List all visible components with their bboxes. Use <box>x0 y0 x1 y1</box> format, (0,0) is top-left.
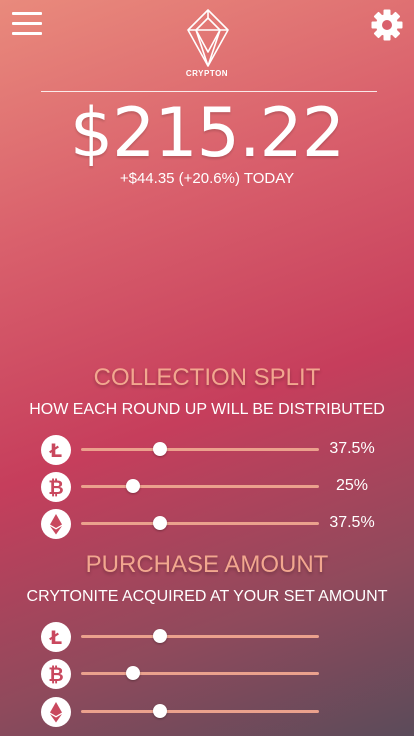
purchase-slider-litecoin[interactable] <box>81 629 319 643</box>
split-slider-litecoin[interactable] <box>81 442 319 456</box>
ethereum-icon <box>41 697 71 727</box>
purchase-slider-ethereum[interactable] <box>81 704 319 718</box>
split-row-bitcoin: ₿ 25% <box>0 469 414 503</box>
menu-button[interactable] <box>12 12 42 36</box>
ethereum-icon <box>41 509 71 539</box>
balance-amount: $215.22 <box>69 94 345 173</box>
slider-thumb[interactable] <box>152 704 167 718</box>
gear-icon[interactable] <box>370 8 404 42</box>
slider-thumb[interactable] <box>152 442 167 456</box>
split-percent: 25% <box>335 477 369 494</box>
purchase-row-ethereum <box>0 694 414 728</box>
svg-text:Ł: Ł <box>49 627 62 649</box>
slider-thumb[interactable] <box>126 479 141 493</box>
balance-change: +$44.35 (+20.6%) TODAY <box>119 170 295 187</box>
logo-text: CRYPTON <box>185 69 229 78</box>
litecoin-icon: Ł <box>41 622 71 652</box>
purchase-slider-bitcoin[interactable] <box>81 666 319 680</box>
split-percent: 37.5% <box>329 514 375 531</box>
bitcoin-icon: ₿ <box>41 472 71 502</box>
slider-thumb[interactable] <box>152 629 167 643</box>
purchase-amount-subtitle: CRYTONITE ACQUIRED AT YOUR SET AMOUNT <box>26 588 388 605</box>
menu-bar <box>12 32 42 35</box>
split-slider-ethereum[interactable] <box>81 516 319 530</box>
collection-split-subtitle: HOW EACH ROUND UP WILL BE DISTRIBUTED <box>29 401 385 418</box>
split-percent: 37.5% <box>329 440 375 457</box>
svg-text:₿: ₿ <box>48 477 63 499</box>
slider-thumb[interactable] <box>152 516 167 530</box>
bitcoin-icon: ₿ <box>41 659 71 689</box>
diamond-logo-icon <box>186 8 230 68</box>
split-row-ethereum: 37.5% <box>0 506 414 540</box>
split-row-litecoin: Ł 37.5% <box>0 432 414 466</box>
split-slider-bitcoin[interactable] <box>81 479 319 493</box>
purchase-row-litecoin: Ł <box>0 619 414 653</box>
svg-text:₿: ₿ <box>48 664 63 686</box>
purchase-amount-title: PURCHASE AMOUNT <box>85 551 329 578</box>
purchase-row-bitcoin: ₿ <box>0 656 414 690</box>
svg-text:Ł: Ł <box>49 440 62 462</box>
slider-thumb[interactable] <box>126 666 141 680</box>
menu-bar <box>12 12 42 15</box>
litecoin-icon: Ł <box>41 435 71 465</box>
header-divider <box>41 91 377 92</box>
collection-split-title: COLLECTION SPLIT <box>93 364 321 391</box>
menu-bar <box>12 22 42 25</box>
